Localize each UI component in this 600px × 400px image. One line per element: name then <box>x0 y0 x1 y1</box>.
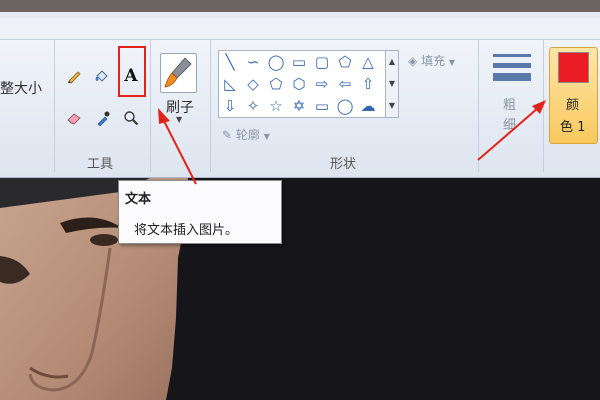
hexagon-icon[interactable]: ⬡ <box>289 75 309 93</box>
outline-dropdown-icon: ▼ <box>263 132 270 141</box>
color-1-label-1: 颜 <box>566 98 580 113</box>
outline-button[interactable]: ✎ 轮廓 ▼ <box>222 126 270 143</box>
scroll-up-icon: ▲ <box>388 57 396 66</box>
shapes-gallery[interactable]: ╲ ∽ ◯ ▭ ▢ ⬠ △ ◺ ◇ ⬠ ⬡ ⇨ ⇦ ⇧ ⇩ ✧ ☆ ✡ ▭ ◯ … <box>218 50 386 118</box>
left-arrow-icon[interactable]: ⇦ <box>335 75 355 93</box>
rounded-rectangle-icon[interactable]: ▢ <box>312 53 332 71</box>
brushes-button[interactable] <box>160 53 197 93</box>
color-picker-icon[interactable] <box>93 108 113 128</box>
tooltip-title: 文本 <box>125 192 152 207</box>
group-separator <box>210 40 211 172</box>
scroll-down-icon: ▼ <box>388 79 396 88</box>
fill-dropdown-icon: ▼ <box>448 58 456 67</box>
text-tool-highlight <box>118 46 146 97</box>
triangle-icon[interactable]: △ <box>358 53 378 71</box>
curve-icon[interactable]: ∽ <box>243 53 263 71</box>
outline-icon: ✎ <box>222 128 233 142</box>
right-triangle-icon[interactable]: ◺ <box>220 75 240 93</box>
diamond-icon[interactable]: ◇ <box>243 75 263 93</box>
five-point-star-icon[interactable]: ☆ <box>266 97 286 115</box>
brush-icon <box>164 57 192 88</box>
pencil-icon[interactable] <box>64 66 84 86</box>
oval-callout-icon[interactable]: ◯ <box>335 97 355 115</box>
rounded-callout-icon[interactable]: ▭ <box>312 97 332 115</box>
fill-icon: ◈ <box>408 54 418 68</box>
group-separator <box>478 40 479 172</box>
six-point-star-icon[interactable]: ✡ <box>289 97 309 115</box>
brushes-dropdown-icon[interactable]: ▼ <box>176 115 182 124</box>
pentagon-icon[interactable]: ⬠ <box>266 75 286 93</box>
cloud-callout-icon[interactable]: ☁ <box>358 97 378 115</box>
color-1-label-2: 色 1 <box>560 120 586 135</box>
right-arrow-icon[interactable]: ⇨ <box>312 75 332 93</box>
down-arrow-icon[interactable]: ⇩ <box>220 97 240 115</box>
brushes-label[interactable]: 刷子 <box>166 97 194 117</box>
polygon-icon[interactable]: ⬠ <box>335 53 355 71</box>
portrait-image <box>0 178 600 400</box>
fill-button[interactable]: ◈ 填充 ▼ <box>408 52 455 69</box>
outline-label: 轮廓 <box>235 128 260 142</box>
tools-group-label: 工具 <box>87 157 114 172</box>
canvas-image[interactable] <box>0 178 600 400</box>
shapes-group-label: 形状 <box>330 157 357 172</box>
shapes-scrollbar[interactable]: ▲ ▼ ▼ <box>386 50 399 118</box>
size-label-2[interactable]: 细 <box>503 114 516 133</box>
window-frame <box>0 0 600 18</box>
eraser-icon[interactable] <box>64 108 84 128</box>
size-icon[interactable] <box>493 54 531 84</box>
text-tool-tooltip: 文本 将文本插入图片。 <box>118 180 282 244</box>
tooltip-description: 将文本插入图片。 <box>134 223 239 238</box>
four-point-star-icon[interactable]: ✧ <box>243 97 263 115</box>
line-icon[interactable]: ╲ <box>220 53 240 71</box>
up-arrow-icon[interactable]: ⇧ <box>358 75 378 93</box>
group-separator <box>543 40 544 172</box>
fill-label: 填充 <box>421 54 446 68</box>
resize-label[interactable]: 整大小 <box>0 78 42 98</box>
ribbon-tab-strip <box>0 18 600 40</box>
size-label-1[interactable]: 粗 <box>503 94 516 113</box>
color-1-swatch <box>558 52 589 83</box>
group-separator <box>150 40 151 172</box>
gallery-more-icon: ▼ <box>388 101 396 110</box>
rectangle-icon[interactable]: ▭ <box>289 53 309 71</box>
oval-icon[interactable]: ◯ <box>266 53 286 71</box>
group-separator <box>54 40 55 172</box>
magnifier-icon[interactable] <box>121 108 141 128</box>
fill-bucket-icon[interactable] <box>91 66 111 86</box>
